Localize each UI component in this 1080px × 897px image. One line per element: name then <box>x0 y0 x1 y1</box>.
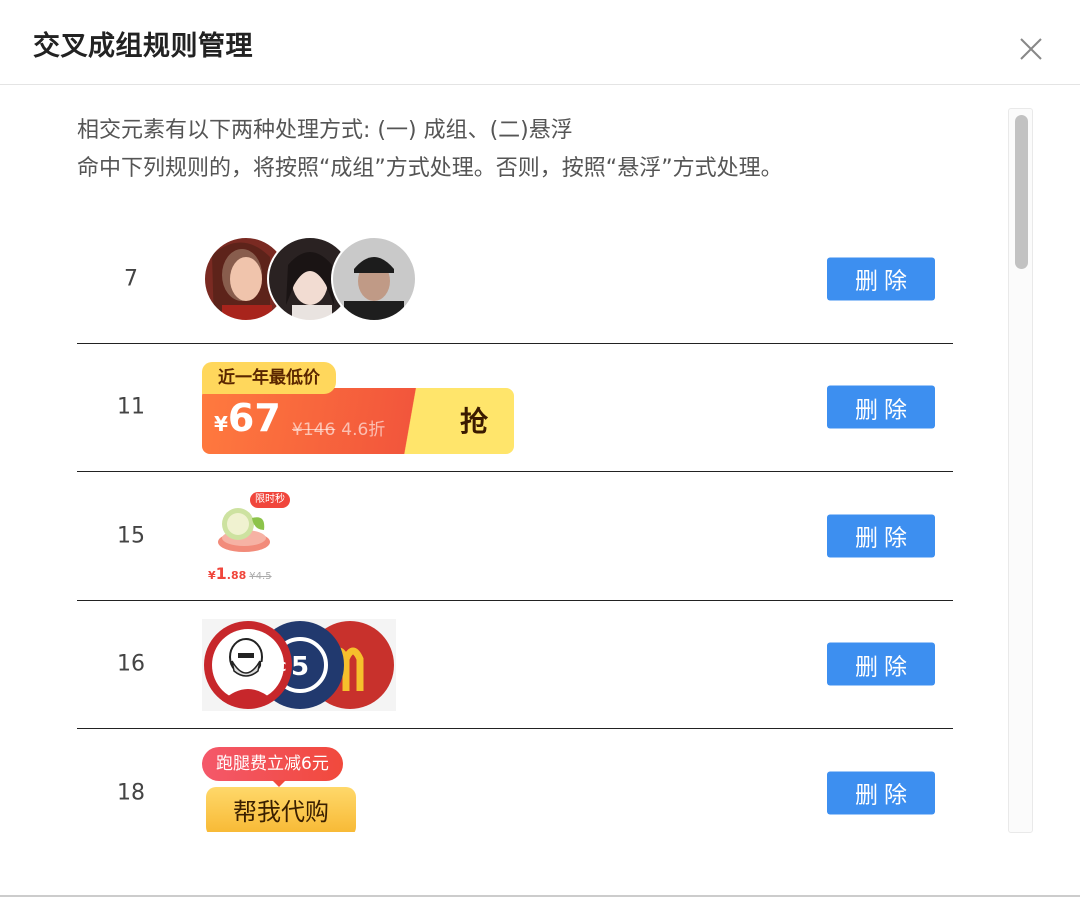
close-icon[interactable] <box>1016 34 1046 64</box>
rule-id: 16 <box>117 651 145 677</box>
rule-id: 15 <box>117 523 145 549</box>
delete-button[interactable]: 删除 <box>827 385 935 429</box>
rule-row: 15 限时秒 ¥1.88 ¥4.5 删除 <box>77 472 953 601</box>
promo-tag: 近一年最低价 <box>202 361 336 394</box>
errand-tag: 跑腿费立减6元 <box>202 747 343 781</box>
delete-button[interactable]: 删除 <box>827 642 935 686</box>
description-line-2: 命中下列规则的，将按照“成组”方式处理。否则，按照“悬浮”方式处理。 <box>77 156 783 181</box>
svg-text:KFC: KFC <box>260 660 286 674</box>
promo-old-price: ¥146 4.6折 <box>292 419 386 440</box>
dialog-header: 交叉成组规则管理 <box>0 0 1080 85</box>
rule-list: 7 删除 11 ¥67 ¥146 4.6折 抢 近一年最低价 删除 15 限时秒… <box>77 215 953 832</box>
rule-id: 11 <box>117 394 145 420</box>
svg-text:5: 5 <box>291 652 309 682</box>
avatar-group-image <box>203 236 417 322</box>
description-line-1: 相交元素有以下两种处理方式: (一) 成组、(二)悬浮 <box>77 118 573 143</box>
brand-logo-group-image: 5 KFC <box>202 618 396 711</box>
rule-row: 16 5 KFC 删除 <box>77 601 953 729</box>
delete-button[interactable]: 删除 <box>827 257 935 301</box>
flash-price: ¥1.88 ¥4.5 <box>208 564 272 583</box>
flash-sale-item-image: 限时秒 ¥1.88 ¥4.5 <box>202 490 302 583</box>
delete-button[interactable]: 删除 <box>827 514 935 558</box>
rule-id: 7 <box>124 266 138 292</box>
fruit-icon <box>218 508 270 552</box>
rule-id: 18 <box>117 780 145 806</box>
rule-row: 7 删除 <box>77 215 953 344</box>
errand-buy-image: 帮我代购 跑腿费立减6元 <box>202 747 360 832</box>
scrollbar-thumb[interactable] <box>1015 115 1028 269</box>
flash-badge: 限时秒 <box>250 492 290 508</box>
dialog-title: 交叉成组规则管理 <box>33 31 253 62</box>
lowest-price-badge-image: ¥67 ¥146 4.6折 抢 近一年最低价 <box>202 361 514 454</box>
promo-price: ¥67 <box>214 395 281 440</box>
rule-row: 18 帮我代购 跑腿费立减6元 删除 <box>77 729 953 832</box>
delete-button[interactable]: 删除 <box>827 771 935 815</box>
promo-bar: ¥67 ¥146 4.6折 抢 <box>202 387 514 454</box>
description: 相交元素有以下两种处理方式: (一) 成组、(二)悬浮 命中下列规则的，将按照“… <box>77 112 783 188</box>
errand-tag-tail <box>272 780 286 787</box>
promo-action: 抢 <box>460 404 489 438</box>
rule-row: 11 ¥67 ¥146 4.6折 抢 近一年最低价 删除 <box>77 344 953 472</box>
errand-button: 帮我代购 <box>206 787 356 832</box>
scrollbar[interactable] <box>1008 108 1033 833</box>
